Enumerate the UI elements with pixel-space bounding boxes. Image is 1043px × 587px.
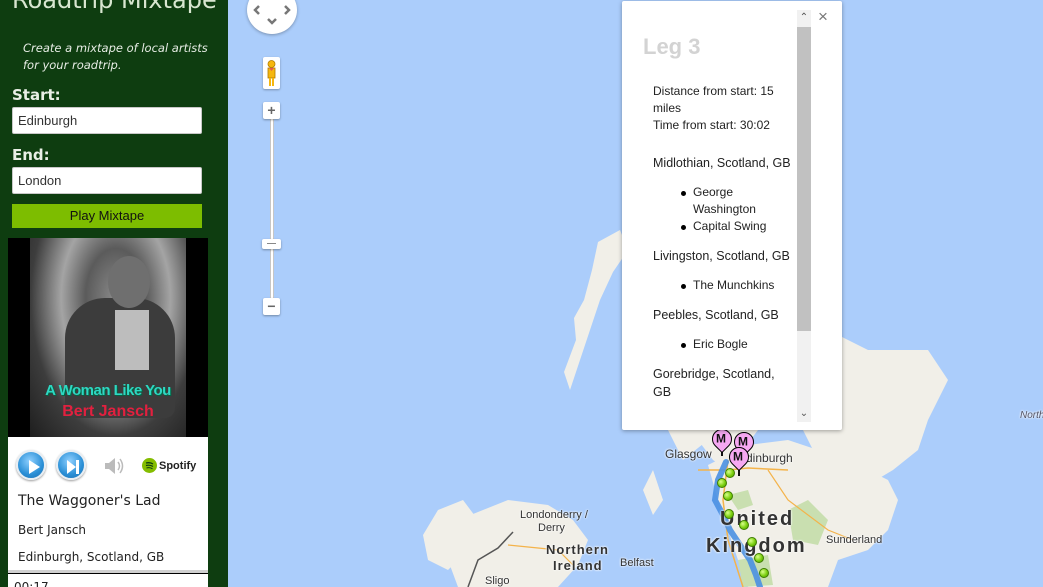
artist-item: The Munchkins (681, 277, 793, 294)
album-art-artist: Bert Jansch (62, 403, 154, 420)
play-icon (29, 460, 40, 474)
music-player: A Woman Like You Bert Jansch Spotify The… (8, 238, 208, 587)
waypoint-marker[interactable] (724, 509, 734, 519)
zoom-slider-handle[interactable] (262, 239, 281, 249)
volume-button[interactable] (104, 457, 126, 475)
waypoint-marker[interactable] (725, 468, 735, 478)
info-window-title: Leg 3 (643, 34, 701, 59)
map-label-londonderry: Londonderry / (520, 509, 588, 521)
close-icon: × (818, 7, 828, 26)
time-from-start: Time from start: 30:02 (653, 118, 770, 132)
play-button[interactable] (16, 450, 46, 480)
artist-list: George Washington Capital Swing (681, 184, 793, 235)
waypoint-marker[interactable] (759, 568, 769, 578)
album-art: A Woman Like You Bert Jansch (8, 238, 208, 437)
place-name: Livingston, Scotland, GB (653, 249, 790, 263)
app-tagline: Create a mixtape of local artists for yo… (23, 41, 208, 72)
album-photo-head (108, 256, 150, 308)
map-label-glasgow: Glasgow (665, 447, 712, 461)
info-window-content: Distance from start: 15 miles Time from … (653, 83, 793, 413)
spotify-label: Spotify (159, 459, 197, 472)
end-label: End: (12, 146, 50, 164)
scrollbar-thumb[interactable] (797, 27, 811, 331)
map-label-derry: Derry (538, 522, 565, 534)
place-name: Gorebridge, Scotland, GB (653, 367, 775, 399)
close-button[interactable]: × (818, 7, 828, 26)
leg-stats: Distance from start: 15 miles Time from … (653, 83, 793, 134)
scroll-down-icon[interactable]: ⌄ (797, 406, 811, 422)
map-label-north-sea: North (1020, 410, 1043, 421)
scroll-up-icon[interactable]: ⌃ (797, 10, 811, 26)
place-name: Midlothian, Scotland, GB (653, 156, 791, 170)
elapsed-time: 00:17 (14, 580, 49, 587)
app-title: Roadtrip Mixtape (12, 0, 217, 14)
waypoint-marker[interactable] (739, 520, 749, 530)
map-label-northern: Northern (546, 542, 609, 557)
end-input[interactable] (12, 167, 202, 194)
track-title: The Waggoner's Lad (18, 493, 161, 509)
pegman-icon (267, 60, 276, 86)
place-name: Peebles, Scotland, GB (653, 308, 779, 322)
waypoint-marker[interactable] (747, 537, 757, 547)
info-window: Leg 3 × ⌃ ⌄ Distance from start: 15 mile… (622, 1, 842, 430)
spotify-icon (142, 458, 157, 473)
pan-arrows-icon (253, 5, 291, 25)
map-label-ireland: Ireland (553, 558, 603, 573)
sidebar: Roadtrip Mixtape Create a mixtape of loc… (0, 0, 228, 587)
spotify-link[interactable]: Spotify (142, 458, 196, 473)
pan-control[interactable] (247, 0, 297, 34)
map-label-belfast: Belfast (620, 557, 654, 569)
info-scrollbar[interactable]: ⌃ ⌄ (797, 10, 811, 422)
track-location: Edinburgh, Scotland, GB (18, 550, 165, 564)
artist-item: Capital Swing (681, 218, 793, 235)
track-artist: Bert Jansch (18, 523, 87, 537)
waypoint-marker[interactable] (717, 478, 727, 488)
map-label-sligo: Sligo (485, 575, 510, 587)
start-label: Start: (12, 86, 61, 104)
next-button[interactable] (56, 450, 86, 480)
artist-list: Eric Bogle (681, 336, 793, 353)
waypoint-marker[interactable] (723, 491, 733, 501)
distance-from-start: Distance from start: 15 miles (653, 84, 774, 115)
artist-item: George Washington (681, 184, 793, 218)
app-root: Roadtrip Mixtape Create a mixtape of loc… (0, 0, 1043, 587)
artist-item: Eric Bogle (681, 336, 793, 353)
play-mixtape-button[interactable]: Play Mixtape (12, 204, 202, 228)
next-icon (67, 460, 79, 474)
zoom-slider-track[interactable] (270, 118, 274, 304)
progress-divider (8, 570, 208, 574)
map-label-sunderland: Sunderland (826, 534, 883, 546)
album-photo-shirt (115, 310, 149, 370)
waypoint-marker[interactable] (754, 553, 764, 563)
artist-list: The Munchkins (681, 277, 793, 294)
zoom-out-button[interactable]: − (263, 298, 280, 315)
volume-icon (105, 458, 124, 474)
zoom-in-button[interactable]: + (263, 102, 280, 119)
album-art-title: A Woman Like You (45, 382, 171, 399)
street-view-pegman[interactable] (263, 57, 280, 89)
start-input[interactable] (12, 107, 202, 134)
